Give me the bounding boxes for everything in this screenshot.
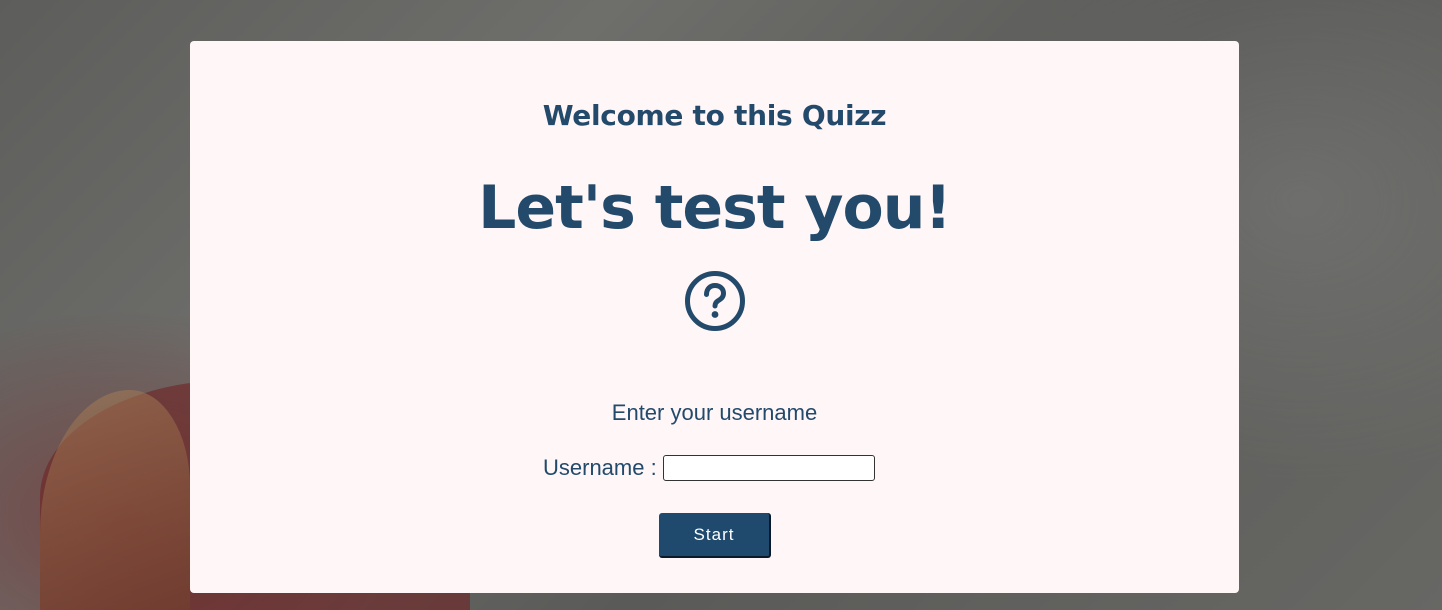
- background-person-hair: [40, 390, 190, 610]
- quiz-welcome-card: Welcome to this Quizz Let's test you! En…: [190, 41, 1239, 593]
- username-label: Username :: [543, 455, 657, 480]
- username-prompt: Enter your username: [611, 400, 818, 425]
- page-headline: Let's test you!: [478, 173, 952, 243]
- start-button[interactable]: Start: [659, 513, 771, 558]
- username-field-row: Username :: [543, 453, 875, 483]
- welcome-title: Welcome to this Quizz: [542, 99, 887, 132]
- question-circle-icon: [685, 271, 745, 331]
- username-input[interactable]: [662, 455, 875, 481]
